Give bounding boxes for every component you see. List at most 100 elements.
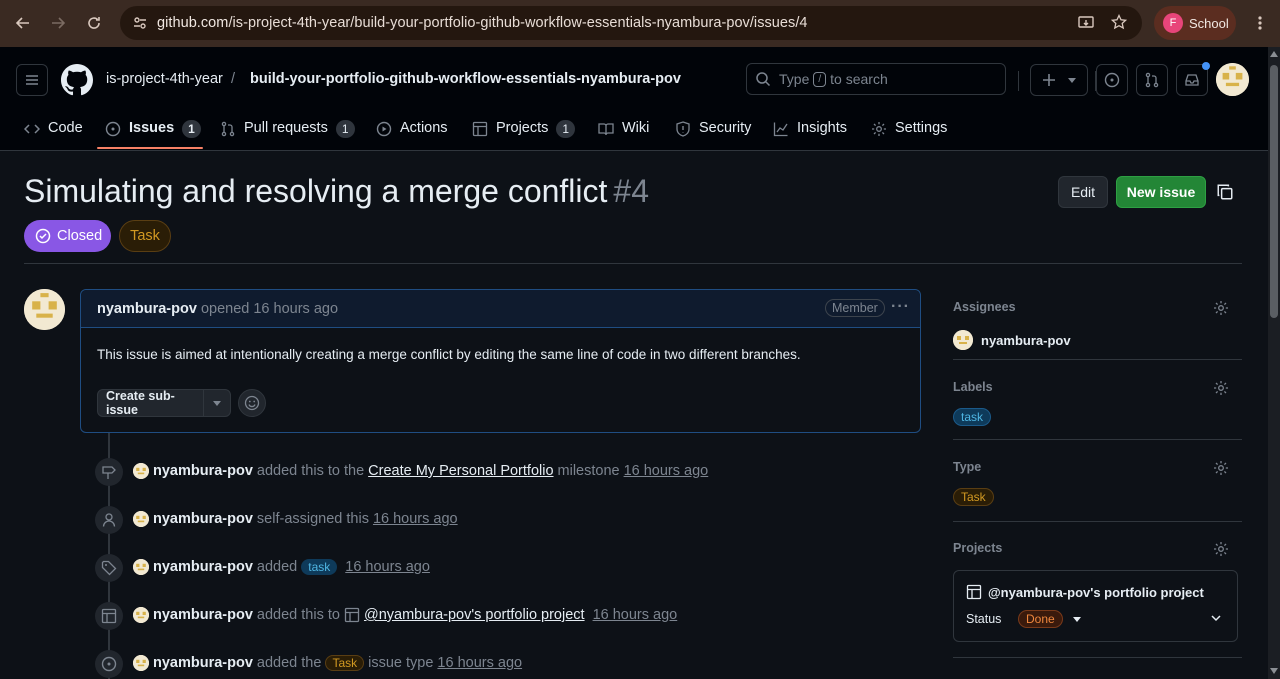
issue-state-badge: Closed — [24, 220, 111, 252]
timeline-event: nyambura-pov added task 16 hours ago — [95, 554, 895, 582]
label-pill[interactable]: task — [301, 559, 338, 575]
comment-author[interactable]: nyambura-pov — [97, 301, 197, 317]
status-label: Status — [966, 612, 1002, 626]
table-icon — [966, 584, 982, 600]
event-user[interactable]: nyambura-pov — [153, 463, 253, 479]
search-shortcut-key: / — [813, 71, 827, 87]
create-sub-issue-label[interactable]: Create sub-issue — [98, 389, 204, 417]
gear-icon[interactable] — [1213, 460, 1229, 479]
add-reaction-button[interactable] — [238, 389, 266, 417]
graph-icon — [773, 122, 788, 137]
type-heading: Type — [953, 460, 982, 474]
gear-icon[interactable] — [1213, 380, 1229, 399]
hamburger-icon — [26, 75, 38, 85]
page-scrollbar[interactable] — [1268, 47, 1280, 679]
breadcrumb-separator: / — [231, 71, 236, 87]
type-pill[interactable]: Task — [325, 655, 365, 671]
tab-label: Pull requests — [244, 120, 328, 136]
breadcrumb-repo[interactable]: build-your-portfolio-github-workflow-ess… — [250, 71, 681, 87]
issues-shortcut-button[interactable] — [1096, 64, 1128, 96]
milestone-link[interactable]: Create My Personal Portfolio — [368, 463, 553, 479]
project-name[interactable]: @nyambura-pov's portfolio project — [966, 584, 1204, 600]
tab-projects[interactable]: Projects 1 — [472, 114, 576, 151]
event-time[interactable]: 16 hours ago — [373, 511, 458, 527]
tab-actions[interactable]: Actions — [376, 114, 448, 151]
bookmark-star-icon[interactable] — [1110, 13, 1128, 33]
notification-dot — [1202, 62, 1210, 70]
active-tab-indicator — [97, 147, 203, 149]
event-text: self-assigned this — [256, 511, 369, 527]
tab-security[interactable]: Security — [675, 114, 751, 151]
timeline-event: nyambura-pov added this to @nyambura-pov… — [95, 602, 895, 630]
tab-code[interactable]: Code — [24, 114, 83, 151]
install-app-icon[interactable] — [1078, 15, 1096, 34]
tab-insights[interactable]: Insights — [773, 114, 847, 151]
pull-requests-shortcut-button[interactable] — [1136, 64, 1168, 96]
type-pill[interactable]: Task — [953, 488, 994, 506]
shield-icon — [676, 121, 690, 137]
event-time[interactable]: 16 hours ago — [345, 559, 430, 575]
menu-button[interactable] — [16, 64, 48, 96]
create-new-button[interactable] — [1030, 64, 1088, 96]
chevron-down-icon[interactable] — [1209, 611, 1223, 628]
person-icon — [95, 506, 123, 534]
caret-down-icon[interactable] — [1073, 617, 1081, 622]
event-user[interactable]: nyambura-pov — [153, 559, 253, 575]
gear-icon — [872, 122, 886, 136]
sub-issue-dropdown[interactable] — [204, 400, 230, 406]
scroll-up-icon[interactable] — [1270, 51, 1278, 57]
status-badge[interactable]: Done — [1018, 610, 1063, 628]
edit-button[interactable]: Edit — [1058, 176, 1108, 208]
event-time[interactable]: 16 hours ago — [593, 607, 678, 623]
back-button[interactable] — [11, 11, 35, 35]
timeline-event: nyambura-pov added this to the Create My… — [95, 458, 895, 486]
pull-request-icon — [1145, 72, 1159, 88]
search-icon — [756, 72, 771, 87]
scroll-down-icon[interactable] — [1270, 668, 1278, 674]
new-issue-button[interactable]: New issue — [1116, 176, 1206, 208]
comment-header: nyambura-pov opened 16 hours ago Member … — [81, 290, 920, 328]
profile-button[interactable]: F School — [1154, 6, 1236, 40]
site-info-icon[interactable] — [132, 15, 148, 34]
event-user[interactable]: nyambura-pov — [153, 655, 253, 671]
comment-body: This issue is aimed at intentionally cre… — [97, 347, 801, 362]
forward-button[interactable] — [46, 11, 70, 35]
tab-wiki[interactable]: Wiki — [598, 114, 649, 151]
sidebar-divider — [953, 657, 1242, 658]
event-time[interactable]: 16 hours ago — [624, 463, 709, 479]
breadcrumb-owner[interactable]: is-project-4th-year — [106, 71, 223, 87]
tab-settings[interactable]: Settings — [871, 114, 947, 151]
gear-icon[interactable] — [1213, 300, 1229, 319]
event-user[interactable]: nyambura-pov — [153, 511, 253, 527]
gear-icon[interactable] — [1213, 541, 1229, 560]
author-avatar[interactable] — [24, 289, 65, 330]
copy-link-icon[interactable] — [1216, 183, 1234, 204]
event-avatar — [133, 655, 149, 671]
project-link[interactable]: @nyambura-pov's portfolio project — [364, 607, 585, 623]
search-input[interactable]: Type / to search — [746, 63, 1006, 95]
tab-label: Insights — [797, 120, 847, 136]
address-bar[interactable]: github.com/is-project-4th-year/build-you… — [120, 6, 1142, 40]
github-logo-icon[interactable] — [61, 64, 93, 96]
event-time[interactable]: 16 hours ago — [437, 655, 522, 671]
issue-icon — [95, 650, 123, 678]
create-sub-issue-button[interactable]: Create sub-issue — [97, 389, 231, 417]
label-pill[interactable]: task — [953, 408, 992, 426]
event-user[interactable]: nyambura-pov — [153, 607, 253, 623]
scrollbar-thumb[interactable] — [1270, 65, 1278, 318]
tab-pull-requests[interactable]: Pull requests 1 — [220, 114, 355, 151]
event-text: added the — [256, 655, 322, 671]
projects-section: Projects — [953, 541, 1242, 561]
kebab-icon[interactable]: ··· — [891, 299, 910, 315]
profile-avatar: F — [1163, 13, 1183, 33]
browser-menu-icon[interactable] — [1248, 11, 1272, 35]
assignee-name[interactable]: nyambura-pov — [981, 333, 1071, 348]
code-icon — [24, 124, 40, 134]
user-avatar[interactable] — [1216, 63, 1249, 96]
tab-issues[interactable]: Issues 1 — [105, 114, 201, 151]
tab-counter: 1 — [182, 120, 201, 138]
timeline-event: nyambura-pov added the Task issue type 1… — [95, 650, 895, 678]
url-text: github.com/is-project-4th-year/build-you… — [157, 15, 808, 31]
assignee-item[interactable]: nyambura-pov — [953, 330, 1071, 350]
reload-button[interactable] — [82, 11, 106, 35]
